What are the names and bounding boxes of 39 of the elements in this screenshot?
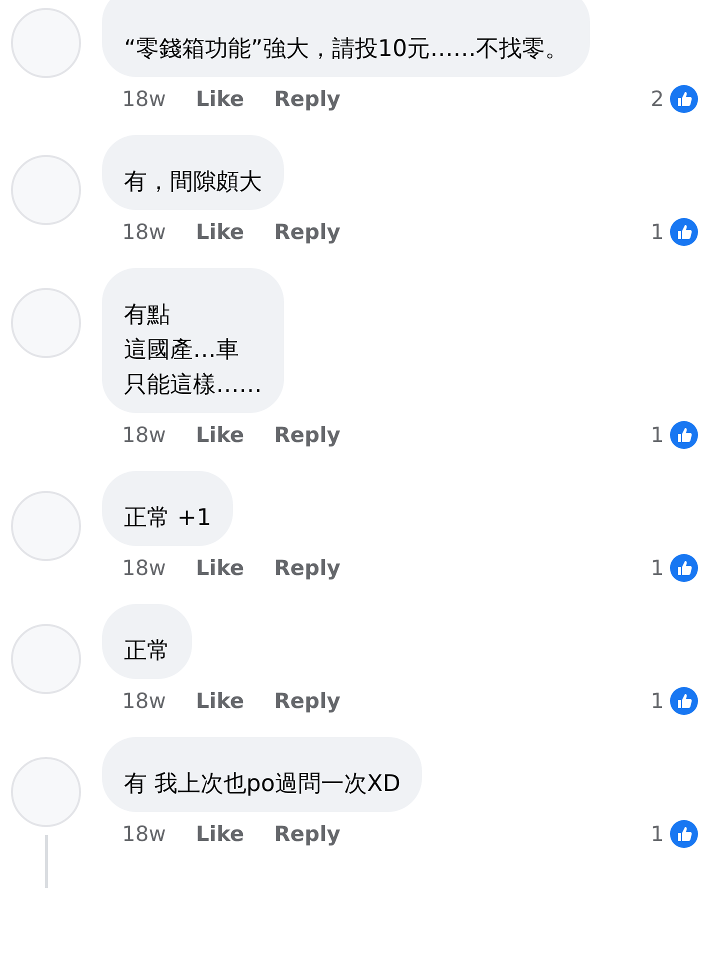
reply-link[interactable]: Reply <box>274 689 340 713</box>
like-link[interactable]: Like <box>196 423 244 447</box>
reaction-count: 1 <box>650 556 664 580</box>
comment-text: 有 我上次也po過問一次XD <box>124 770 400 799</box>
comment-text: 正常 <box>124 637 170 666</box>
comment-text: 有點 <box>124 301 171 330</box>
comment-text: “零錢箱功能”強大，請投10元……不找零。 <box>124 35 568 64</box>
reply-link[interactable]: Reply <box>274 87 340 111</box>
reaction-count: 1 <box>650 423 664 447</box>
comment-time: 18w <box>122 423 166 447</box>
comment-time: 18w <box>122 689 166 713</box>
thumbs-up-icon <box>670 421 698 449</box>
reaction-count: 1 <box>650 822 664 846</box>
like-link[interactable]: Like <box>196 87 244 111</box>
comment-time: 18w <box>122 220 166 244</box>
like-link[interactable]: Like <box>196 689 244 713</box>
thumbs-up-icon <box>670 85 698 113</box>
thumbs-up-icon <box>670 218 698 246</box>
like-link[interactable]: Like <box>196 220 244 244</box>
comment-time: 18w <box>122 556 166 580</box>
reply-link[interactable]: Reply <box>274 822 340 846</box>
thumbs-up-icon <box>670 687 698 715</box>
thumbs-up-icon <box>670 554 698 582</box>
like-link[interactable]: Like <box>196 556 244 580</box>
thumbs-up-icon <box>670 820 698 848</box>
reaction-count: 2 <box>650 87 664 111</box>
comment-text: 只能這樣…… <box>124 371 262 400</box>
reaction-count: 1 <box>650 689 664 713</box>
reply-link[interactable]: Reply <box>274 220 340 244</box>
comment-text: 正常 +1 <box>124 504 212 533</box>
like-link[interactable]: Like <box>196 822 244 846</box>
comment-text: 有，間隙頗大 <box>124 168 262 197</box>
comment-time: 18w <box>122 87 166 111</box>
reply-link[interactable]: Reply <box>274 556 340 580</box>
reaction-count: 1 <box>650 220 664 244</box>
reply-link[interactable]: Reply <box>274 423 340 447</box>
comment-text: 這國產…車 <box>124 336 240 365</box>
thread-line <box>44 835 48 888</box>
comment-time: 18w <box>122 822 166 846</box>
